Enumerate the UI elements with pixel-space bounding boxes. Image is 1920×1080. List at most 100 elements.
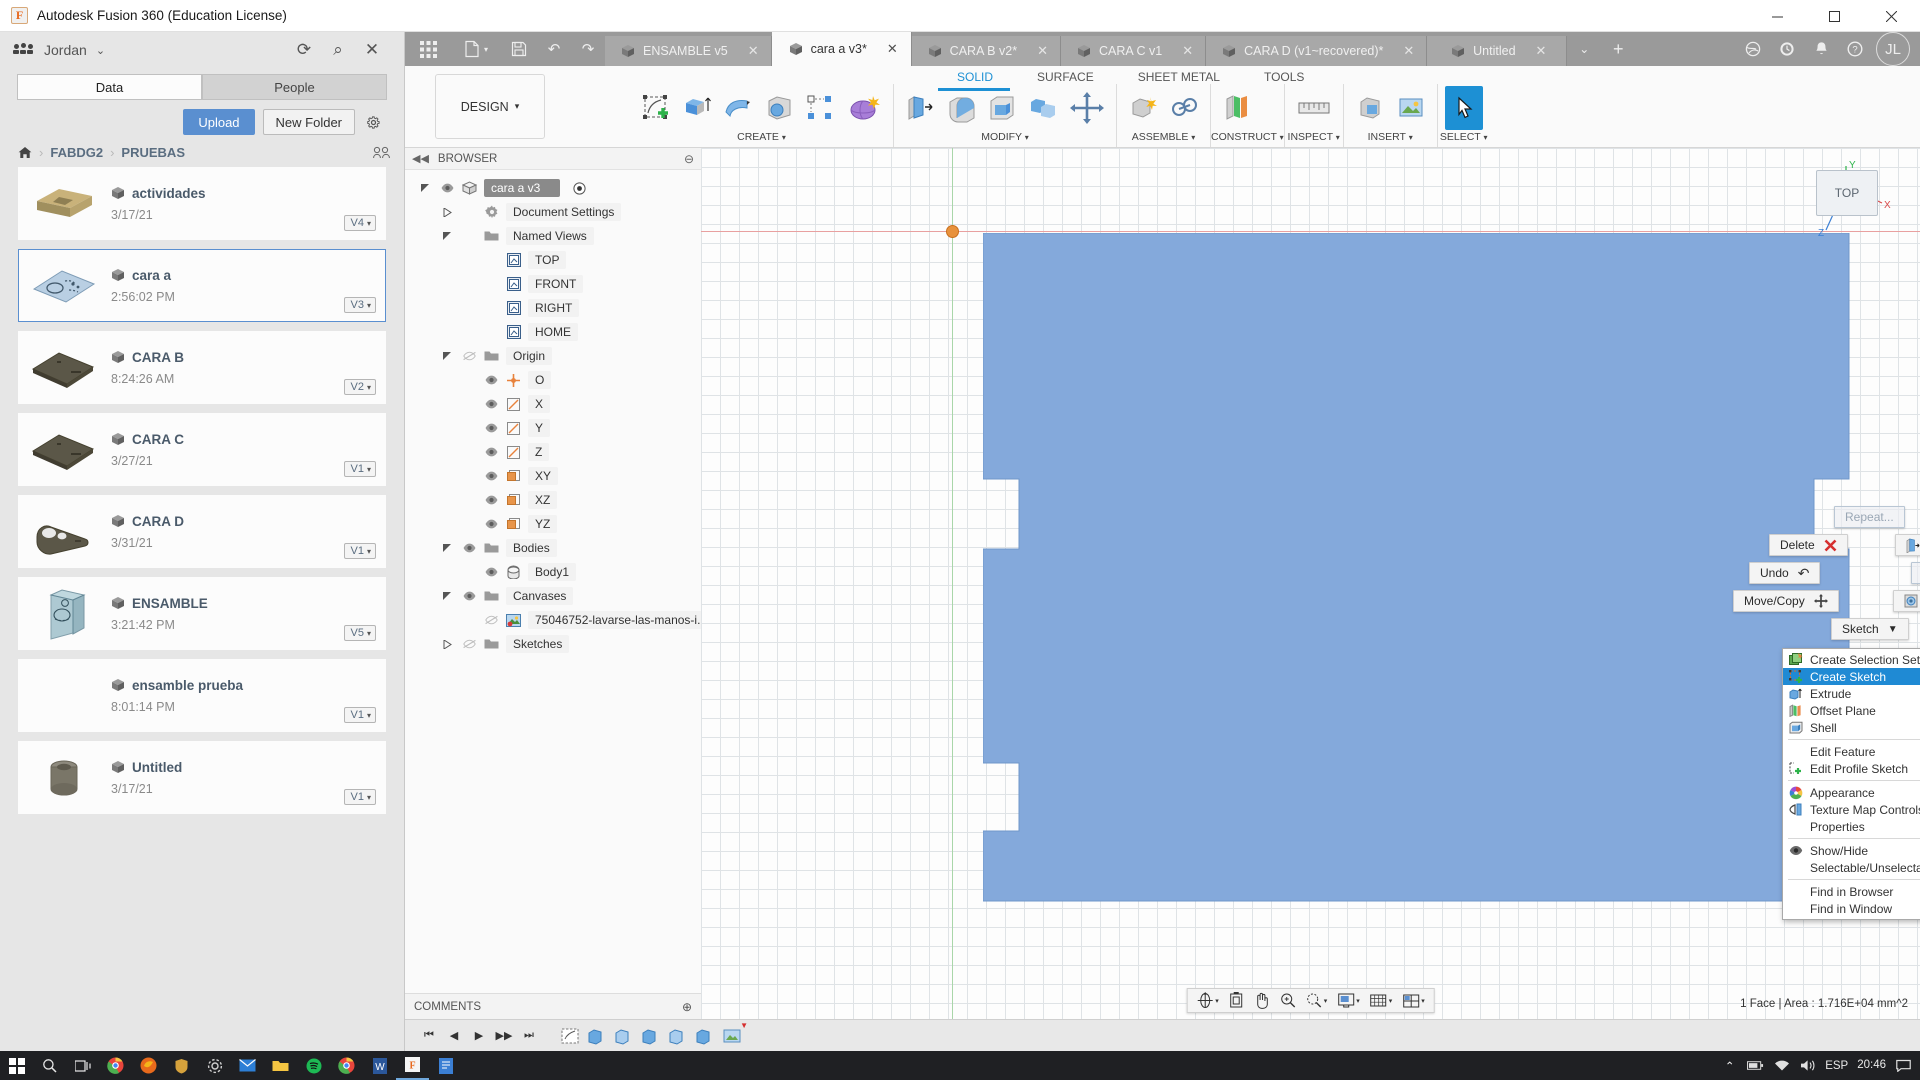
file-item[interactable]: CARA C 3/27/21 V1 ▾: [18, 413, 386, 486]
comments-panel-header[interactable]: COMMENTS ⊕: [405, 993, 701, 1019]
fillet-icon[interactable]: [942, 86, 980, 130]
volume-icon[interactable]: [1799, 1059, 1816, 1072]
browser-tree-row[interactable]: Y: [405, 416, 701, 440]
workspace-switcher[interactable]: DESIGN ▾: [435, 74, 545, 139]
wifi-icon[interactable]: [1773, 1060, 1790, 1072]
close-tab-icon[interactable]: ✕: [887, 41, 898, 57]
visibility-eye-icon[interactable]: [484, 423, 499, 433]
context-menu-item[interactable]: Edit Feature: [1783, 743, 1920, 760]
home-icon[interactable]: [18, 146, 32, 159]
activate-component-radio[interactable]: [573, 181, 586, 195]
timeline-feature-extrude-1[interactable]: [584, 1024, 610, 1048]
form-icon[interactable]: [842, 86, 886, 130]
marking-menu-hole[interactable]: Hole: [1893, 590, 1920, 612]
browser-tree-row[interactable]: Z: [405, 440, 701, 464]
chevron-down-icon[interactable]: ▾: [1409, 133, 1413, 142]
account-name[interactable]: Jordan: [44, 42, 87, 58]
timeline-first-button[interactable]: ⏮: [417, 1025, 441, 1047]
collapse-panel-icon[interactable]: ◀◀: [412, 152, 429, 165]
tree-expand-arrow[interactable]: [443, 591, 456, 601]
version-badge[interactable]: V1 ▾: [343, 789, 376, 805]
context-menu-item[interactable]: Edit Profile Sketch: [1783, 760, 1920, 777]
browser-tree-row[interactable]: Named Views: [405, 224, 701, 248]
browser-tree-row[interactable]: XY: [405, 464, 701, 488]
document-tab[interactable]: Untitled ✕: [1427, 36, 1568, 66]
marking-menu-move-copy[interactable]: Move/Copy: [1733, 590, 1839, 612]
browser-tree-row[interactable]: TOP: [405, 248, 701, 272]
ribbon-tab-sheetmetal[interactable]: SHEET METAL: [1116, 70, 1242, 88]
version-badge[interactable]: V2 ▾: [343, 379, 376, 395]
version-badge[interactable]: V1 ▾: [343, 461, 376, 477]
insert-canvas-icon[interactable]: [1392, 86, 1430, 130]
timeline-fast-button[interactable]: ▶▶: [492, 1025, 516, 1047]
breadcrumb-item-pruebas[interactable]: PRUEBAS: [121, 145, 185, 160]
context-menu-item[interactable]: Extrudee: [1783, 685, 1920, 702]
context-menu[interactable]: Create Selection Set Create Sketch Extrude…: [1782, 648, 1920, 920]
navigation-toolbar[interactable]: ▾ ▾ ▾ ▾ ▾: [1186, 988, 1435, 1013]
context-menu-item[interactable]: Find in Window: [1783, 900, 1920, 917]
marking-menu-delete[interactable]: Delete: [1769, 534, 1848, 556]
group-icon[interactable]: [373, 146, 390, 159]
visibility-eye-icon[interactable]: [462, 351, 477, 361]
document-tab[interactable]: cara a v3* ✕: [771, 32, 912, 66]
chevron-down-icon[interactable]: ▾: [1336, 133, 1340, 142]
comments-plus-icon[interactable]: ⊕: [682, 1000, 692, 1014]
chrome2-icon[interactable]: [330, 1051, 363, 1080]
version-badge[interactable]: V5 ▾: [343, 625, 376, 641]
select-cursor-icon[interactable]: [1444, 86, 1483, 130]
visibility-eye-icon[interactable]: [484, 495, 499, 505]
spotify-icon[interactable]: [297, 1051, 330, 1080]
action-center-icon[interactable]: [1895, 1059, 1912, 1072]
extensions-icon[interactable]: [1736, 32, 1770, 66]
battery-icon[interactable]: [1747, 1060, 1764, 1071]
combine-icon[interactable]: [1024, 86, 1062, 130]
tree-expand-arrow[interactable]: [421, 183, 434, 193]
redo-icon[interactable]: ↷: [571, 32, 605, 66]
visibility-eye-icon[interactable]: [484, 519, 499, 529]
visibility-eye-icon[interactable]: [484, 615, 499, 625]
gear-icon[interactable]: [363, 112, 383, 132]
pattern-icon[interactable]: [801, 86, 839, 130]
shield-icon[interactable]: [165, 1051, 198, 1080]
context-menu-item[interactable]: Appearancea: [1783, 784, 1920, 801]
context-menu-item[interactable]: Selectable/Unselectable: [1783, 859, 1920, 876]
minimize-button[interactable]: [1749, 0, 1806, 32]
context-menu-item[interactable]: Show/Hidev: [1783, 842, 1920, 859]
context-menu-item[interactable]: Offset Plane: [1783, 702, 1920, 719]
grid-snap-icon[interactable]: ▾: [1366, 990, 1397, 1011]
tree-expand-arrow[interactable]: [443, 351, 456, 361]
pan-hand-icon[interactable]: [1250, 990, 1274, 1011]
search-icon[interactable]: [33, 1051, 66, 1080]
close-panel-icon[interactable]: ✕: [360, 38, 384, 62]
browser-minus-icon[interactable]: ⊖: [684, 152, 694, 166]
context-menu-item[interactable]: Shell: [1783, 719, 1920, 736]
browser-tree-row[interactable]: Canvases: [405, 584, 701, 608]
timeline-feature-extrude-2[interactable]: [611, 1024, 637, 1048]
browser-tree-row[interactable]: HOME: [405, 320, 701, 344]
extrude-icon[interactable]: [678, 86, 716, 130]
file-item[interactable]: ENSAMBLE 3:21:42 PM V5 ▾: [18, 577, 386, 650]
measure-icon[interactable]: [1292, 86, 1336, 130]
tree-expand-arrow[interactable]: [443, 639, 456, 649]
browser-tree-row[interactable]: FRONT: [405, 272, 701, 296]
document-tab[interactable]: CARA B v2* ✕: [911, 36, 1061, 66]
timeline-feature-extrude-3[interactable]: [638, 1024, 664, 1048]
word-icon[interactable]: W: [363, 1051, 396, 1080]
file-item[interactable]: ensamble prueba 8:01:14 PM V1 ▾: [18, 659, 386, 732]
new-folder-button[interactable]: New Folder: [262, 109, 355, 135]
offset-plane-icon[interactable]: [1218, 86, 1256, 130]
notifications-icon[interactable]: [1804, 32, 1838, 66]
task-view-icon[interactable]: [66, 1051, 99, 1080]
visibility-eye-icon[interactable]: [462, 639, 477, 649]
file-item[interactable]: cara a 2:56:02 PM V3 ▾: [18, 249, 386, 322]
fusion360-taskbar-icon[interactable]: F: [396, 1051, 429, 1080]
browser-tree-row[interactable]: Body1: [405, 560, 701, 584]
chevron-down-icon[interactable]: ▾: [1025, 133, 1029, 142]
timeline-play-button[interactable]: ▶: [467, 1025, 491, 1047]
settings-icon[interactable]: [198, 1051, 231, 1080]
avatar[interactable]: JL: [1876, 32, 1910, 66]
display-settings-icon[interactable]: ▾: [1333, 990, 1364, 1011]
clock[interactable]: 20:46: [1857, 1059, 1886, 1071]
browser-tree-row[interactable]: O: [405, 368, 701, 392]
browser-tree-row[interactable]: Origin: [405, 344, 701, 368]
